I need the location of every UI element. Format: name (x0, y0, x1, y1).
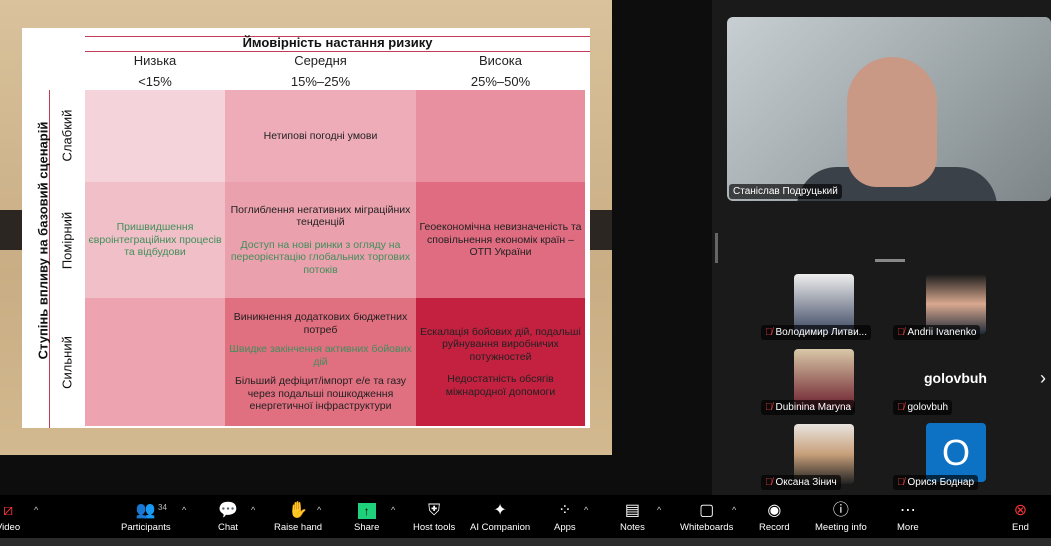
opportunity-text: Доступ на нові ринки з огляду на переорі… (230, 238, 411, 276)
gallery-page-indicator[interactable] (875, 259, 905, 262)
mic-muted-icon: 🎙̸ (897, 327, 905, 338)
apps-options-caret[interactable]: ^ (584, 505, 588, 515)
share-options-caret[interactable]: ^ (391, 505, 395, 515)
risk-text: Недостатність обсягів міжнародної допомо… (445, 373, 556, 398)
row-label: Сильний (59, 336, 75, 389)
risk-text: Більший дефіцит/імпорт е/е та газу через… (234, 375, 407, 413)
cell-r3c1 (85, 298, 225, 426)
more-icon: ⋯ (899, 502, 916, 519)
participant-avatar[interactable]: О (926, 423, 986, 482)
col-range: 15%–25% (290, 74, 351, 89)
more-button[interactable]: ⋯ More (897, 500, 919, 533)
col-label: Висока (478, 53, 522, 68)
apps-button[interactable]: ⁘ Apps (554, 500, 576, 533)
cell-r2c1: Пришвидшення євроінтеграційних процесів … (85, 182, 225, 298)
participant-display-name: golovbuh (924, 370, 987, 386)
mic-muted-icon: 🎙̸ (897, 477, 905, 488)
sparkle-icon: ✦ (493, 502, 507, 519)
cell-r1c1 (85, 90, 225, 182)
cell-r1c2: Нетипові погодні умови (225, 90, 416, 182)
cell-r3c2: Виникнення додаткових бюджетних потреб Шв… (225, 298, 416, 426)
mic-muted-icon: 🎙̸ (765, 477, 773, 488)
chat-options-caret[interactable]: ^ (251, 505, 255, 515)
video-options-caret[interactable]: ^ (34, 505, 38, 515)
notes-icon: ▤ (624, 502, 640, 519)
risk-text: Поглиблення негативних міграційних тенде… (230, 203, 411, 229)
notes-options-caret[interactable]: ^ (657, 505, 661, 515)
col-range: <15% (138, 74, 172, 89)
cell-r2c2: Поглиблення негативних міграційних тенде… (225, 182, 416, 298)
participant-count: 34 (158, 503, 167, 512)
risk-text: Геоекономічна невизначеність та сповільн… (419, 221, 582, 259)
risk-text: Ескалація бойових дій, подальші руйнуван… (420, 325, 581, 363)
info-icon: ⓘ (832, 502, 849, 519)
bottom-strip (0, 538, 1051, 546)
col-label: Середня (294, 53, 347, 68)
host-tools-button[interactable]: ⛨ Host tools (413, 500, 455, 533)
row-label: Слабкий (59, 109, 75, 162)
speaker-name: Станіслав Подруцький (729, 184, 842, 199)
active-speaker-video[interactable]: Станіслав Подруцький (727, 17, 1051, 201)
opportunity-text: Швидке закінчення активних бойових дій (229, 343, 412, 368)
col-range: 25%–50% (470, 74, 531, 89)
cell-r1c3 (416, 90, 585, 182)
chat-button[interactable]: 💬 Chat (218, 500, 238, 533)
video-off-icon: ⧄ (2, 502, 14, 519)
participants-options-caret[interactable]: ^ (182, 505, 186, 515)
end-button[interactable]: ⊗ End (1012, 500, 1029, 533)
row-label: Помірний (59, 211, 75, 270)
shield-icon: ⛨ (428, 502, 441, 519)
participant-tile: 🎙̸ Andrii Ivanenko (893, 325, 981, 340)
ai-companion-button[interactable]: ✦ AI Companion (470, 500, 530, 533)
y-axis-label: Ступінь впливу на базовий сценарій (35, 121, 51, 360)
whiteboards-options-caret[interactable]: ^ (732, 505, 736, 515)
cell-r2c3: Геоекономічна невизначеність та сповільн… (416, 182, 585, 298)
share-button[interactable]: ↑ Share (354, 500, 379, 533)
meeting-toolbar: ⧄Video ^ 👥Participants 34 ^ 💬Chat ^ ✋Rai… (0, 495, 1051, 538)
participant-tile: 🎙̸ Орися Боднар (893, 475, 979, 490)
panel-resize-handle[interactable] (715, 233, 718, 263)
record-icon: ◉ (767, 502, 782, 519)
raise-hand-button[interactable]: ✋ Raise hand (274, 500, 322, 533)
end-icon: ⊗ (1013, 502, 1028, 519)
cell-r3c3: Ескалація бойових дій, подальші руйнуван… (416, 298, 585, 426)
whiteboard-icon: ▢ (699, 502, 715, 519)
participant-tile: 🎙̸ Оксана Зінич (761, 475, 841, 490)
participant-tile: 🎙̸ golovbuh (893, 400, 953, 415)
next-page-chevron-icon[interactable]: › (1040, 368, 1046, 389)
record-button[interactable]: ◉ Record (759, 500, 790, 533)
mic-muted-icon: 🎙̸ (897, 402, 905, 413)
opportunity-text: Пришвидшення євроінтеграційних процесів … (88, 221, 222, 259)
mic-muted-icon: 🎙̸ (765, 327, 773, 338)
participants-icon: 👥 (135, 502, 156, 519)
participant-tile: 🎙̸ Dubinina Maryna (761, 400, 856, 415)
shared-screen: Ймовірність настання ризику Низька Серед… (0, 0, 712, 495)
risk-matrix-slide: Ймовірність настання ризику Низька Серед… (22, 28, 590, 428)
raise-hand-options-caret[interactable]: ^ (317, 505, 321, 515)
hand-icon: ✋ (288, 502, 308, 519)
notes-button[interactable]: ▤ Notes (620, 500, 645, 533)
apps-icon: ⁘ (558, 502, 572, 519)
meeting-info-button[interactable]: ⓘ Meeting info (815, 500, 867, 533)
mic-muted-icon: 🎙̸ (765, 402, 773, 413)
slide-title: Ймовірність настання ризику (242, 35, 433, 50)
share-arrow-icon: ↑ (357, 503, 376, 519)
col-label: Низька (133, 53, 177, 68)
chat-icon: 💬 (218, 502, 238, 519)
risk-text: Нетипові погодні умови (263, 129, 378, 142)
participant-tile: 🎙̸ Володимир Литви... (761, 325, 871, 340)
video-button[interactable]: ⧄Video (0, 500, 20, 533)
risk-text: Виникнення додаткових бюджетних потреб (233, 310, 408, 336)
whiteboards-button[interactable]: ▢ Whiteboards (680, 500, 733, 533)
